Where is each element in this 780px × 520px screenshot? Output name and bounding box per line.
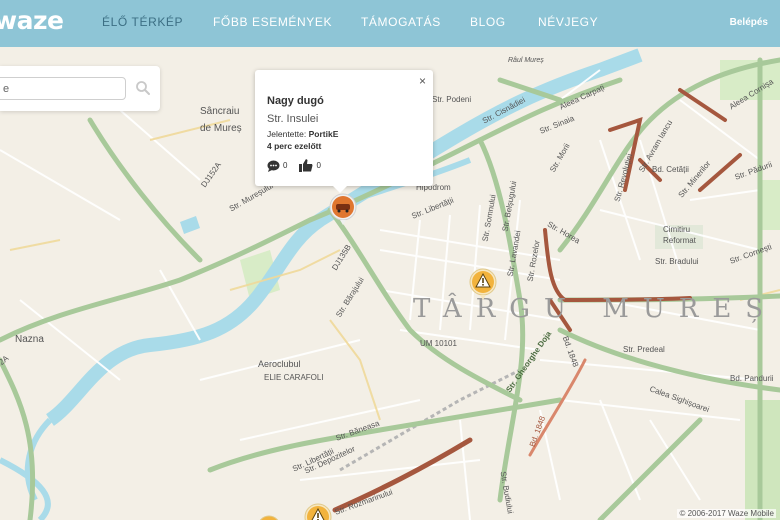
search-icon[interactable]	[135, 80, 151, 96]
nav-support[interactable]: TÁMOGATÁS	[361, 15, 441, 29]
search-panel	[0, 66, 160, 111]
comment-icon	[267, 160, 280, 172]
street-label: Bd. Cetății	[652, 165, 689, 174]
comments-count: 0	[283, 161, 288, 170]
nav-major-events[interactable]: FŐBB ESEMÉNYEK	[213, 15, 332, 29]
hazard-marker[interactable]	[304, 503, 332, 520]
street-label: Str. Predeal	[623, 345, 665, 354]
copyright-notice: © 2006-2017 Waze Mobile	[677, 509, 776, 518]
place-sancraiu-de-mures: de Mureș	[200, 123, 242, 134]
search-input[interactable]	[0, 77, 126, 100]
place-cimitir: Cimitiru	[663, 225, 691, 234]
top-navigation-bar: waze ÉLŐ TÉRKÉP FŐBB ESEMÉNYEK TÁMOGATÁS…	[0, 0, 780, 47]
event-actions: 0 0	[267, 159, 329, 172]
traffic-jam-icon	[329, 193, 357, 225]
street-label: Str. Bradului	[655, 257, 699, 266]
place-cimitir-reformat: Reformat	[663, 236, 696, 245]
event-reporter: Jelentette: PortikE	[267, 129, 338, 139]
event-time: 4 perc ezelőtt	[267, 141, 322, 151]
city-label: TÂRGU MUREȘ	[413, 294, 778, 324]
hazard-icon	[304, 503, 332, 520]
hazard-icon	[469, 268, 497, 300]
river-label: Râul Mureș	[508, 57, 544, 64]
hazard-marker[interactable]	[469, 268, 497, 300]
nav-live-map[interactable]: ÉLŐ TÉRKÉP	[102, 15, 183, 29]
event-popup: × Nagy dugó Str. Insulei Jelentette: Por…	[255, 70, 433, 193]
street-label: Bd. Pandurii	[730, 374, 774, 383]
place-aeroclub-name: ELIE CARAFOLI	[264, 373, 324, 382]
street-label: Str. Podeni	[432, 95, 472, 104]
event-street: Str. Insulei	[267, 113, 319, 125]
thanks-count: 0	[316, 161, 321, 170]
hazard-icon	[259, 515, 279, 520]
login-link[interactable]: Belépés	[730, 17, 768, 28]
waze-logo[interactable]: waze	[0, 6, 64, 35]
place-um: UM 10101	[420, 339, 457, 348]
reporter-label: Jelentette:	[267, 129, 307, 139]
traffic-jam-marker[interactable]	[329, 193, 357, 225]
hazard-marker[interactable]	[255, 513, 283, 520]
nav-blog[interactable]: BLOG	[470, 15, 506, 29]
thanks-button[interactable]: 0	[299, 159, 321, 172]
comments-button[interactable]: 0	[267, 160, 287, 172]
nav-about[interactable]: NÉVJEGY	[538, 15, 598, 29]
close-icon[interactable]: ×	[419, 74, 426, 88]
place-aeroclub: Aeroclubul	[258, 359, 301, 369]
reporter-name: PortikE	[308, 129, 339, 139]
place-sancraiu: Sâncraiu	[200, 106, 240, 117]
thumbs-up-icon	[299, 159, 313, 172]
event-title: Nagy dugó	[267, 95, 324, 107]
place-nazna: Nazna	[15, 334, 44, 345]
